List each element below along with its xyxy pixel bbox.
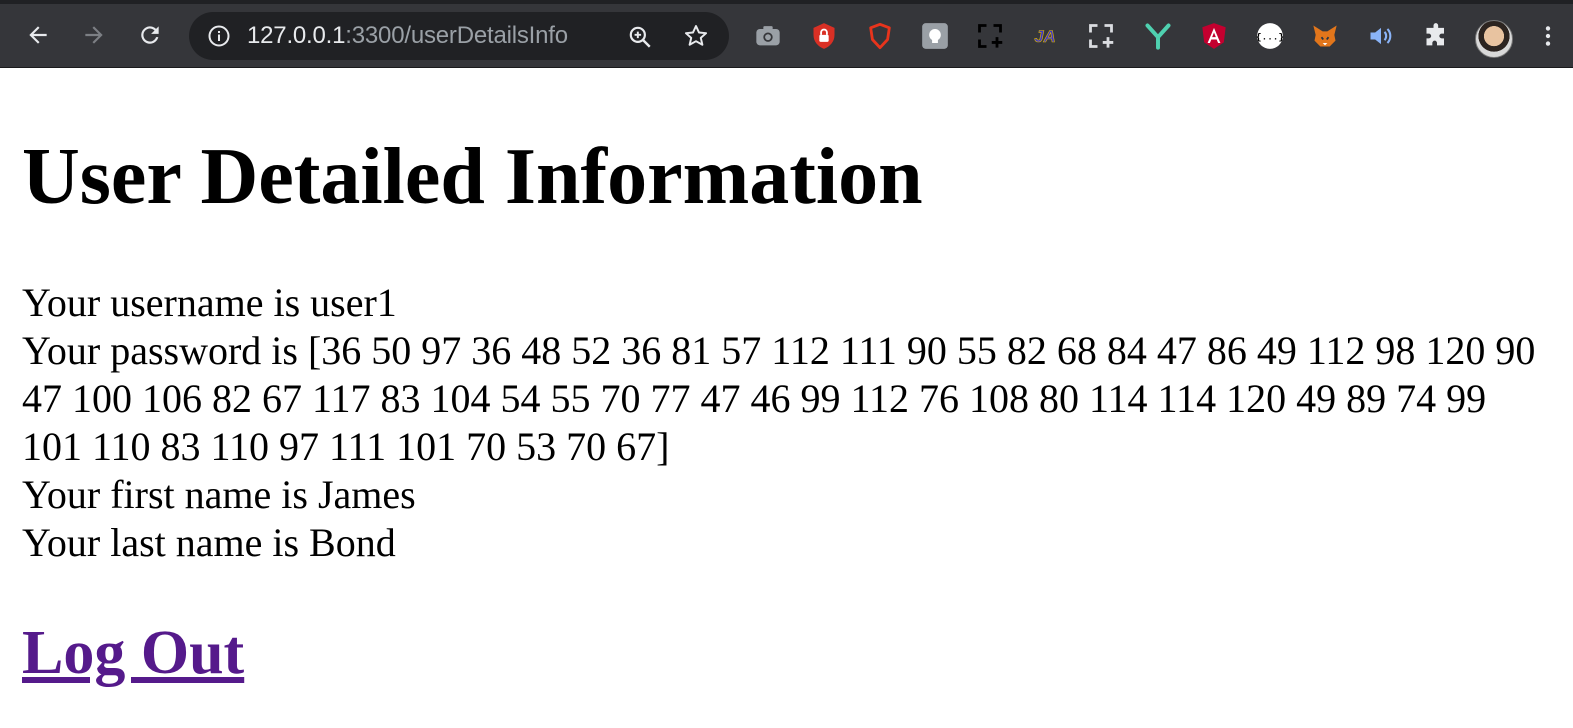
user-details: Your username is user1 Your password is …: [22, 279, 1554, 567]
url-host: 127.0.0.1: [247, 22, 346, 49]
address-bar[interactable]: 127.0.0.1:3300/userDetailsInfo: [189, 12, 729, 60]
json-extension-icon[interactable]: {...}: [1256, 22, 1284, 50]
profile-avatar[interactable]: [1475, 20, 1513, 58]
first-name-line: Your first name is James: [22, 472, 416, 517]
y-extension-icon[interactable]: [1144, 22, 1172, 50]
more-options-icon[interactable]: [1534, 22, 1562, 50]
reload-button[interactable]: [133, 18, 167, 52]
last-name-line: Your last name is Bond: [22, 520, 396, 565]
volume-icon[interactable]: [1367, 22, 1395, 50]
logout-link[interactable]: Log Out: [22, 615, 244, 691]
camera-icon[interactable]: [754, 22, 782, 50]
password-line: Your password is [36 50 97 36 48 52 36 8…: [22, 328, 1536, 469]
zoom-icon[interactable]: [627, 24, 653, 55]
brave-shield-icon[interactable]: [866, 22, 894, 50]
svg-text:{...}: {...}: [1256, 32, 1284, 43]
arrow-left-icon: [29, 26, 47, 44]
bookmark-star-icon[interactable]: [683, 23, 709, 54]
angular-icon[interactable]: [1200, 22, 1228, 50]
crop-add-icon[interactable]: [1087, 22, 1115, 50]
puzzle-extensions-icon[interactable]: [1423, 22, 1451, 50]
url-path: :3300/userDetailsInfo: [345, 22, 568, 49]
lightbulb-extension-icon[interactable]: [921, 22, 949, 50]
forward-button[interactable]: [77, 18, 111, 52]
arrow-right-icon: [85, 26, 103, 44]
browser-toolbar: 127.0.0.1:3300/userDetailsInfo JA {...}: [0, 0, 1573, 68]
svg-text:JA: JA: [1034, 27, 1055, 46]
reload-icon: [141, 26, 159, 44]
ja-extension-icon[interactable]: JA: [1031, 22, 1059, 50]
lock-extension-icon[interactable]: [810, 22, 838, 50]
info-icon[interactable]: [207, 24, 231, 53]
page-title: User Detailed Information: [22, 133, 923, 221]
metamask-fox-icon[interactable]: [1311, 22, 1339, 50]
username-line: Your username is user1: [22, 280, 397, 325]
back-button[interactable]: [21, 18, 55, 52]
url-text[interactable]: 127.0.0.1:3300/userDetailsInfo: [247, 24, 568, 48]
crop-icon[interactable]: [976, 22, 1004, 50]
